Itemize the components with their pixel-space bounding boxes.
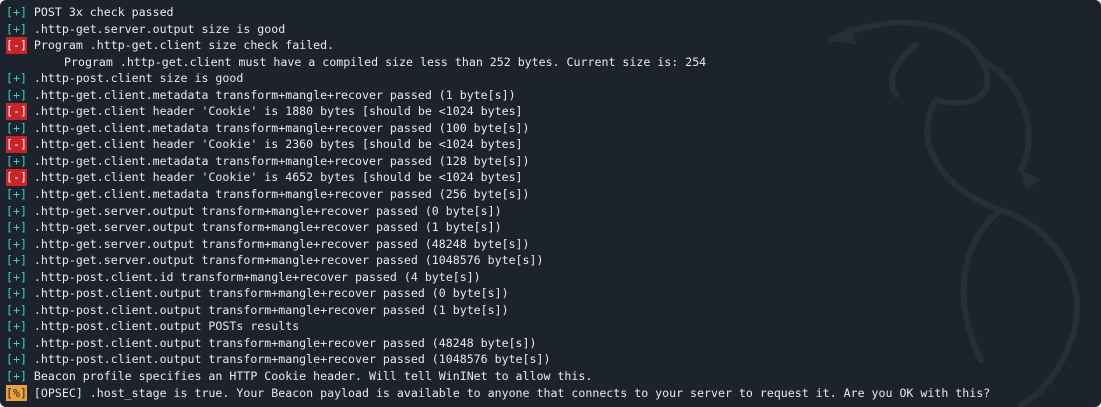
terminal-line: [%] [OPSEC] .host_stage is true. Your Be… xyxy=(6,384,1101,402)
error-tag: [-] xyxy=(6,37,27,54)
terminal-line: Program .http-get.client must have a com… xyxy=(6,54,1101,71)
line-text: .http-post.client.output transform+mangl… xyxy=(26,352,551,367)
terminal-line: [+] .http-post.client.output transform+m… xyxy=(6,351,1101,368)
terminal-line: [+] .http-post.client.output transform+m… xyxy=(6,285,1101,302)
line-text: .http-get.server.output transform+mangle… xyxy=(26,253,544,268)
success-tag: [+] xyxy=(6,71,27,86)
terminal-line: [+] .http-post.client.output transform+m… xyxy=(6,302,1101,319)
line-text: POST 3x check passed xyxy=(26,5,174,19)
success-tag: [+] xyxy=(6,319,27,334)
success-tag: [+] xyxy=(6,220,27,235)
success-tag: [+] xyxy=(6,120,27,135)
success-tag: [+] xyxy=(6,21,27,36)
success-tag: [+] xyxy=(6,203,27,218)
line-text: .http-post.client size is good xyxy=(26,71,244,86)
line-text: .http-get.client header 'Cookie' is 1880… xyxy=(26,104,523,119)
line-text: .http-post.client.output transform+mangl… xyxy=(26,335,537,350)
line-text: [OPSEC] .host_stage is true. Your Beacon… xyxy=(26,385,991,400)
line-text: .http-get.server.output transform+mangle… xyxy=(26,220,502,235)
line-text: .http-post.client.output POSTs results xyxy=(26,319,300,334)
line-text: Beacon profile specifies an HTTP Cookie … xyxy=(26,369,593,384)
success-tag: [+] xyxy=(6,87,27,102)
terminal-output[interactable]: [+] POST 3x check passed [+] .http-get.se… xyxy=(6,4,1101,407)
success-tag: [+] xyxy=(6,369,27,384)
terminal-line: [-] .http-get.client header 'Cookie' is … xyxy=(6,136,1101,153)
line-text: .http-get.client.metadata transform+mang… xyxy=(26,153,530,168)
terminal-line: [+] .http-get.client.metadata transform+… xyxy=(6,186,1101,203)
line-text: .http-get.client.metadata transform+mang… xyxy=(26,187,530,202)
terminal-line: [+] Beacon profile specifies an HTTP Coo… xyxy=(6,368,1101,385)
terminal-line: [+] .http-get.server.output transform+ma… xyxy=(6,203,1101,220)
success-tag: [+] xyxy=(6,253,27,268)
success-tag: [+] xyxy=(6,335,27,350)
line-text: .http-get.client header 'Cookie' is 2360… xyxy=(26,137,523,152)
success-tag: [+] xyxy=(6,5,27,19)
warning-tag: [%] xyxy=(6,384,27,402)
terminal-line: [-] .http-get.client header 'Cookie' is … xyxy=(6,103,1101,120)
line-text: .http-post.client.output transform+mangl… xyxy=(26,302,509,317)
terminal-line: [+] POST 3x check passed xyxy=(6,4,1101,21)
error-tag: [-] xyxy=(6,136,27,153)
line-text: .http-post.client.output transform+mangl… xyxy=(26,286,509,301)
success-tag: [+] xyxy=(6,352,27,367)
terminal-line: [+] .http-get.client.metadata transform+… xyxy=(6,153,1101,170)
line-text: .http-get.client.metadata transform+mang… xyxy=(26,120,530,135)
terminal-line: [-] Program .http-get.client size check … xyxy=(6,37,1101,54)
error-tag: [-] xyxy=(6,169,27,187)
success-tag: [+] xyxy=(6,236,27,251)
line-text: .http-get.server.output size is good xyxy=(26,21,286,36)
line-text: .http-get.client.metadata transform+mang… xyxy=(26,87,516,102)
success-tag: [+] xyxy=(6,286,27,301)
terminal-line: [+] .http-post.client.id transform+mangl… xyxy=(6,269,1101,286)
terminal-line: [+] .http-get.client.metadata transform+… xyxy=(6,87,1101,104)
terminal-line: [+] .http-get.server.output transform+ma… xyxy=(6,219,1101,236)
success-tag: [+] xyxy=(6,302,27,317)
terminal-line: [+] .http-post.client.output transform+m… xyxy=(6,335,1101,352)
line-text: .http-post.client.id transform+mangle+re… xyxy=(26,269,481,284)
line-text: .http-get.server.output transform+mangle… xyxy=(26,203,502,218)
terminal-line: [+] .http-get.server.output transform+ma… xyxy=(6,252,1101,269)
success-tag: [+] xyxy=(6,153,27,168)
success-tag: [+] xyxy=(6,187,27,202)
terminal-line: [+] .http-get.client.metadata transform+… xyxy=(6,120,1101,137)
terminal-line: [-] .http-get.client header 'Cookie' is … xyxy=(6,169,1101,187)
line-text: Program .http-get.client size check fail… xyxy=(26,38,335,53)
error-tag: [-] xyxy=(6,103,27,120)
terminal-line: [+] .http-get.server.output size is good xyxy=(6,21,1101,38)
line-text: .http-get.client header 'Cookie' is 4652… xyxy=(26,170,523,185)
success-tag: [+] xyxy=(6,269,27,284)
terminal-line: [+] .http-get.server.output transform+ma… xyxy=(6,236,1101,253)
line-text: .http-get.server.output transform+mangle… xyxy=(26,236,530,251)
terminal-line: [+] .http-post.client size is good xyxy=(6,70,1101,87)
terminal-window[interactable]: [+] POST 3x check passed [+] .http-get.se… xyxy=(0,0,1101,407)
line-text: Program .http-get.client must have a com… xyxy=(64,54,707,69)
terminal-line: [+] .http-post.client.output POSTs resul… xyxy=(6,318,1101,335)
